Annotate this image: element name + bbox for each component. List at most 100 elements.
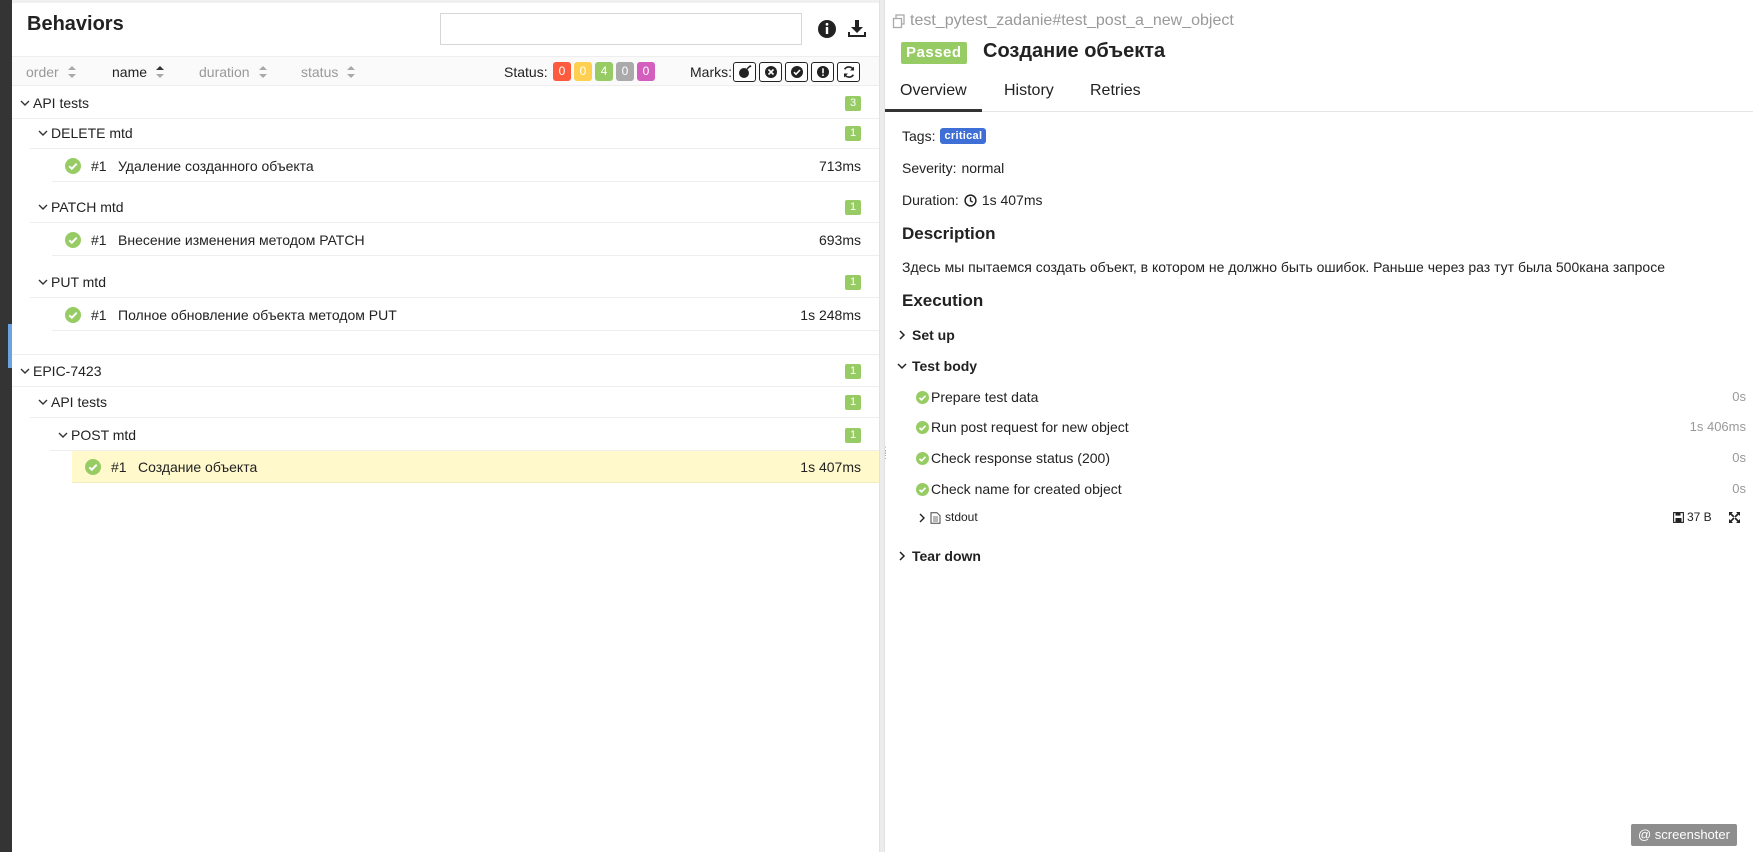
passed-status-icon — [916, 391, 929, 404]
new-broken-icon — [816, 66, 829, 78]
test-item-post-selected[interactable]: #1 Создание объекта 1s 407ms — [12, 451, 879, 483]
test-order: #1 — [111, 459, 127, 475]
sort-arrows-icon — [67, 66, 76, 78]
test-full-name: test_pytest_zadanie#test_post_a_new_obje… — [892, 12, 1234, 30]
chevron-down-icon — [20, 100, 30, 106]
chevron-right-icon — [899, 551, 906, 561]
tree-group-api-tests-epic[interactable]: API tests 1 — [12, 386, 879, 418]
tab-overview[interactable]: Overview — [885, 82, 982, 112]
chevron-right-icon — [899, 330, 906, 340]
test-name: Полное обновление объекта методом PUT — [118, 307, 397, 323]
test-name: Внесение изменения методом PATCH — [118, 232, 365, 248]
test-result-pane: test_pytest_zadanie#test_post_a_new_obje… — [885, 0, 1753, 852]
passed-status-icon — [916, 452, 929, 465]
tree-group-api-tests[interactable]: API tests 3 — [12, 87, 879, 119]
step-row[interactable]: Check response status (200) 0s — [885, 443, 1753, 473]
new-failed-mark-toggle[interactable] — [759, 62, 782, 82]
sort-name[interactable]: name — [112, 64, 165, 80]
chevron-down-icon — [38, 204, 48, 210]
step-duration: 0s — [1732, 389, 1746, 404]
step-name: Prepare test data — [931, 389, 1039, 405]
tab-retries[interactable]: Retries — [1090, 82, 1141, 112]
test-item-put[interactable]: #1 Полное обновление объекта методом PUT… — [12, 299, 879, 331]
marks-filter-label: Marks: — [690, 64, 732, 80]
tree-group-put-mtd[interactable]: PUT mtd 1 — [12, 266, 879, 298]
info-icon[interactable] — [815, 17, 839, 41]
passed-status-icon — [916, 483, 929, 496]
search-input[interactable] — [440, 13, 802, 45]
new-passed-mark-toggle[interactable] — [785, 62, 808, 82]
test-duration: 693ms — [818, 232, 861, 248]
status-passed-toggle[interactable]: 4 — [595, 62, 613, 81]
sort-order[interactable]: order — [26, 64, 76, 80]
step-row[interactable]: Run post request for new object 1s 406ms — [885, 412, 1753, 442]
tag-badge: critical — [940, 128, 987, 144]
sort-arrows-icon — [156, 66, 165, 78]
group-count-badge: 1 — [845, 200, 861, 215]
test-item-delete[interactable]: #1 Удаление созданного объекта 713ms — [12, 150, 879, 182]
test-body-section[interactable]: Test body — [885, 351, 1753, 381]
group-count-badge: 1 — [845, 126, 861, 141]
status-skipped-toggle[interactable]: 0 — [616, 62, 634, 81]
sort-duration[interactable]: duration — [199, 64, 267, 80]
step-name: Check name for created object — [931, 481, 1122, 497]
group-count-badge: 1 — [845, 364, 861, 379]
passed-status-icon — [916, 421, 929, 434]
passed-status-icon — [65, 232, 81, 248]
sort-bar: order name duration status Status: 0 0 4… — [12, 56, 879, 86]
test-order: #1 — [91, 307, 107, 323]
tree-group-post-mtd[interactable]: POST mtd 1 — [12, 419, 879, 451]
marks-filter — [733, 62, 860, 82]
attachment-size: 37 B — [1673, 510, 1712, 524]
setup-section[interactable]: Set up — [885, 320, 1753, 350]
retries-mark-toggle[interactable] — [837, 62, 860, 82]
chevron-down-icon — [58, 432, 68, 438]
description-heading: Description — [902, 224, 996, 243]
passed-status-icon — [65, 307, 81, 323]
new-broken-mark-toggle[interactable] — [811, 62, 834, 82]
description-text: Здесь мы пытаемся создать объект, в кото… — [902, 259, 1666, 275]
sort-status[interactable]: status — [301, 64, 356, 80]
status-broken-toggle[interactable]: 0 — [574, 62, 592, 81]
step-duration: 0s — [1732, 481, 1746, 496]
test-title: Создание объекта — [983, 40, 1166, 62]
sort-arrows-icon — [258, 66, 267, 78]
chevron-down-icon — [38, 279, 48, 285]
copy-icon[interactable] — [892, 13, 906, 29]
passed-status-icon — [65, 158, 81, 174]
test-item-patch[interactable]: #1 Внесение изменения методом PATCH 693m… — [12, 224, 879, 256]
expand-icon[interactable] — [1728, 511, 1741, 524]
duration-field: Duration: 1s 407ms — [902, 192, 1043, 208]
new-failed-icon — [764, 66, 777, 78]
pane-title: Behaviors — [27, 13, 124, 35]
flaky-mark-toggle[interactable] — [733, 62, 756, 82]
group-count-badge: 3 — [845, 96, 861, 111]
test-name: Удаление созданного объекта — [118, 158, 314, 174]
step-row[interactable]: Prepare test data 0s — [885, 382, 1753, 412]
new-passed-icon — [790, 66, 803, 78]
group-count-badge: 1 — [845, 275, 861, 290]
status-failed-toggle[interactable]: 0 — [553, 62, 571, 81]
tree-group-delete-mtd[interactable]: DELETE mtd 1 — [12, 117, 879, 149]
teardown-section[interactable]: Tear down — [885, 541, 1753, 571]
attachment-row[interactable]: stdout 37 B — [885, 506, 1753, 530]
group-count-badge: 1 — [845, 395, 861, 410]
chevron-down-icon — [897, 363, 907, 370]
tab-history[interactable]: History — [1004, 82, 1054, 112]
tree-group-epic-7423[interactable]: EPIC-7423 1 — [12, 354, 879, 387]
chevron-down-icon — [38, 130, 48, 136]
status-unknown-toggle[interactable]: 0 — [637, 62, 655, 81]
retries-icon — [843, 66, 854, 78]
behaviors-tree-pane: Behaviors order name duration status Sta… — [12, 0, 879, 852]
screenshoter-watermark: @ screenshoter — [1631, 824, 1737, 846]
step-row[interactable]: Check name for created object 0s — [885, 474, 1753, 504]
download-icon[interactable] — [845, 17, 869, 41]
tree-group-patch-mtd[interactable]: PATCH mtd 1 — [12, 191, 879, 223]
step-name: Run post request for new object — [931, 419, 1129, 435]
sort-arrows-icon — [347, 66, 356, 78]
result-tabs: Overview History Retries — [885, 76, 1753, 112]
app-sidebar — [0, 0, 12, 852]
step-name: Check response status (200) — [931, 450, 1110, 466]
test-order: #1 — [91, 232, 107, 248]
status-badge: Passed — [901, 42, 967, 64]
